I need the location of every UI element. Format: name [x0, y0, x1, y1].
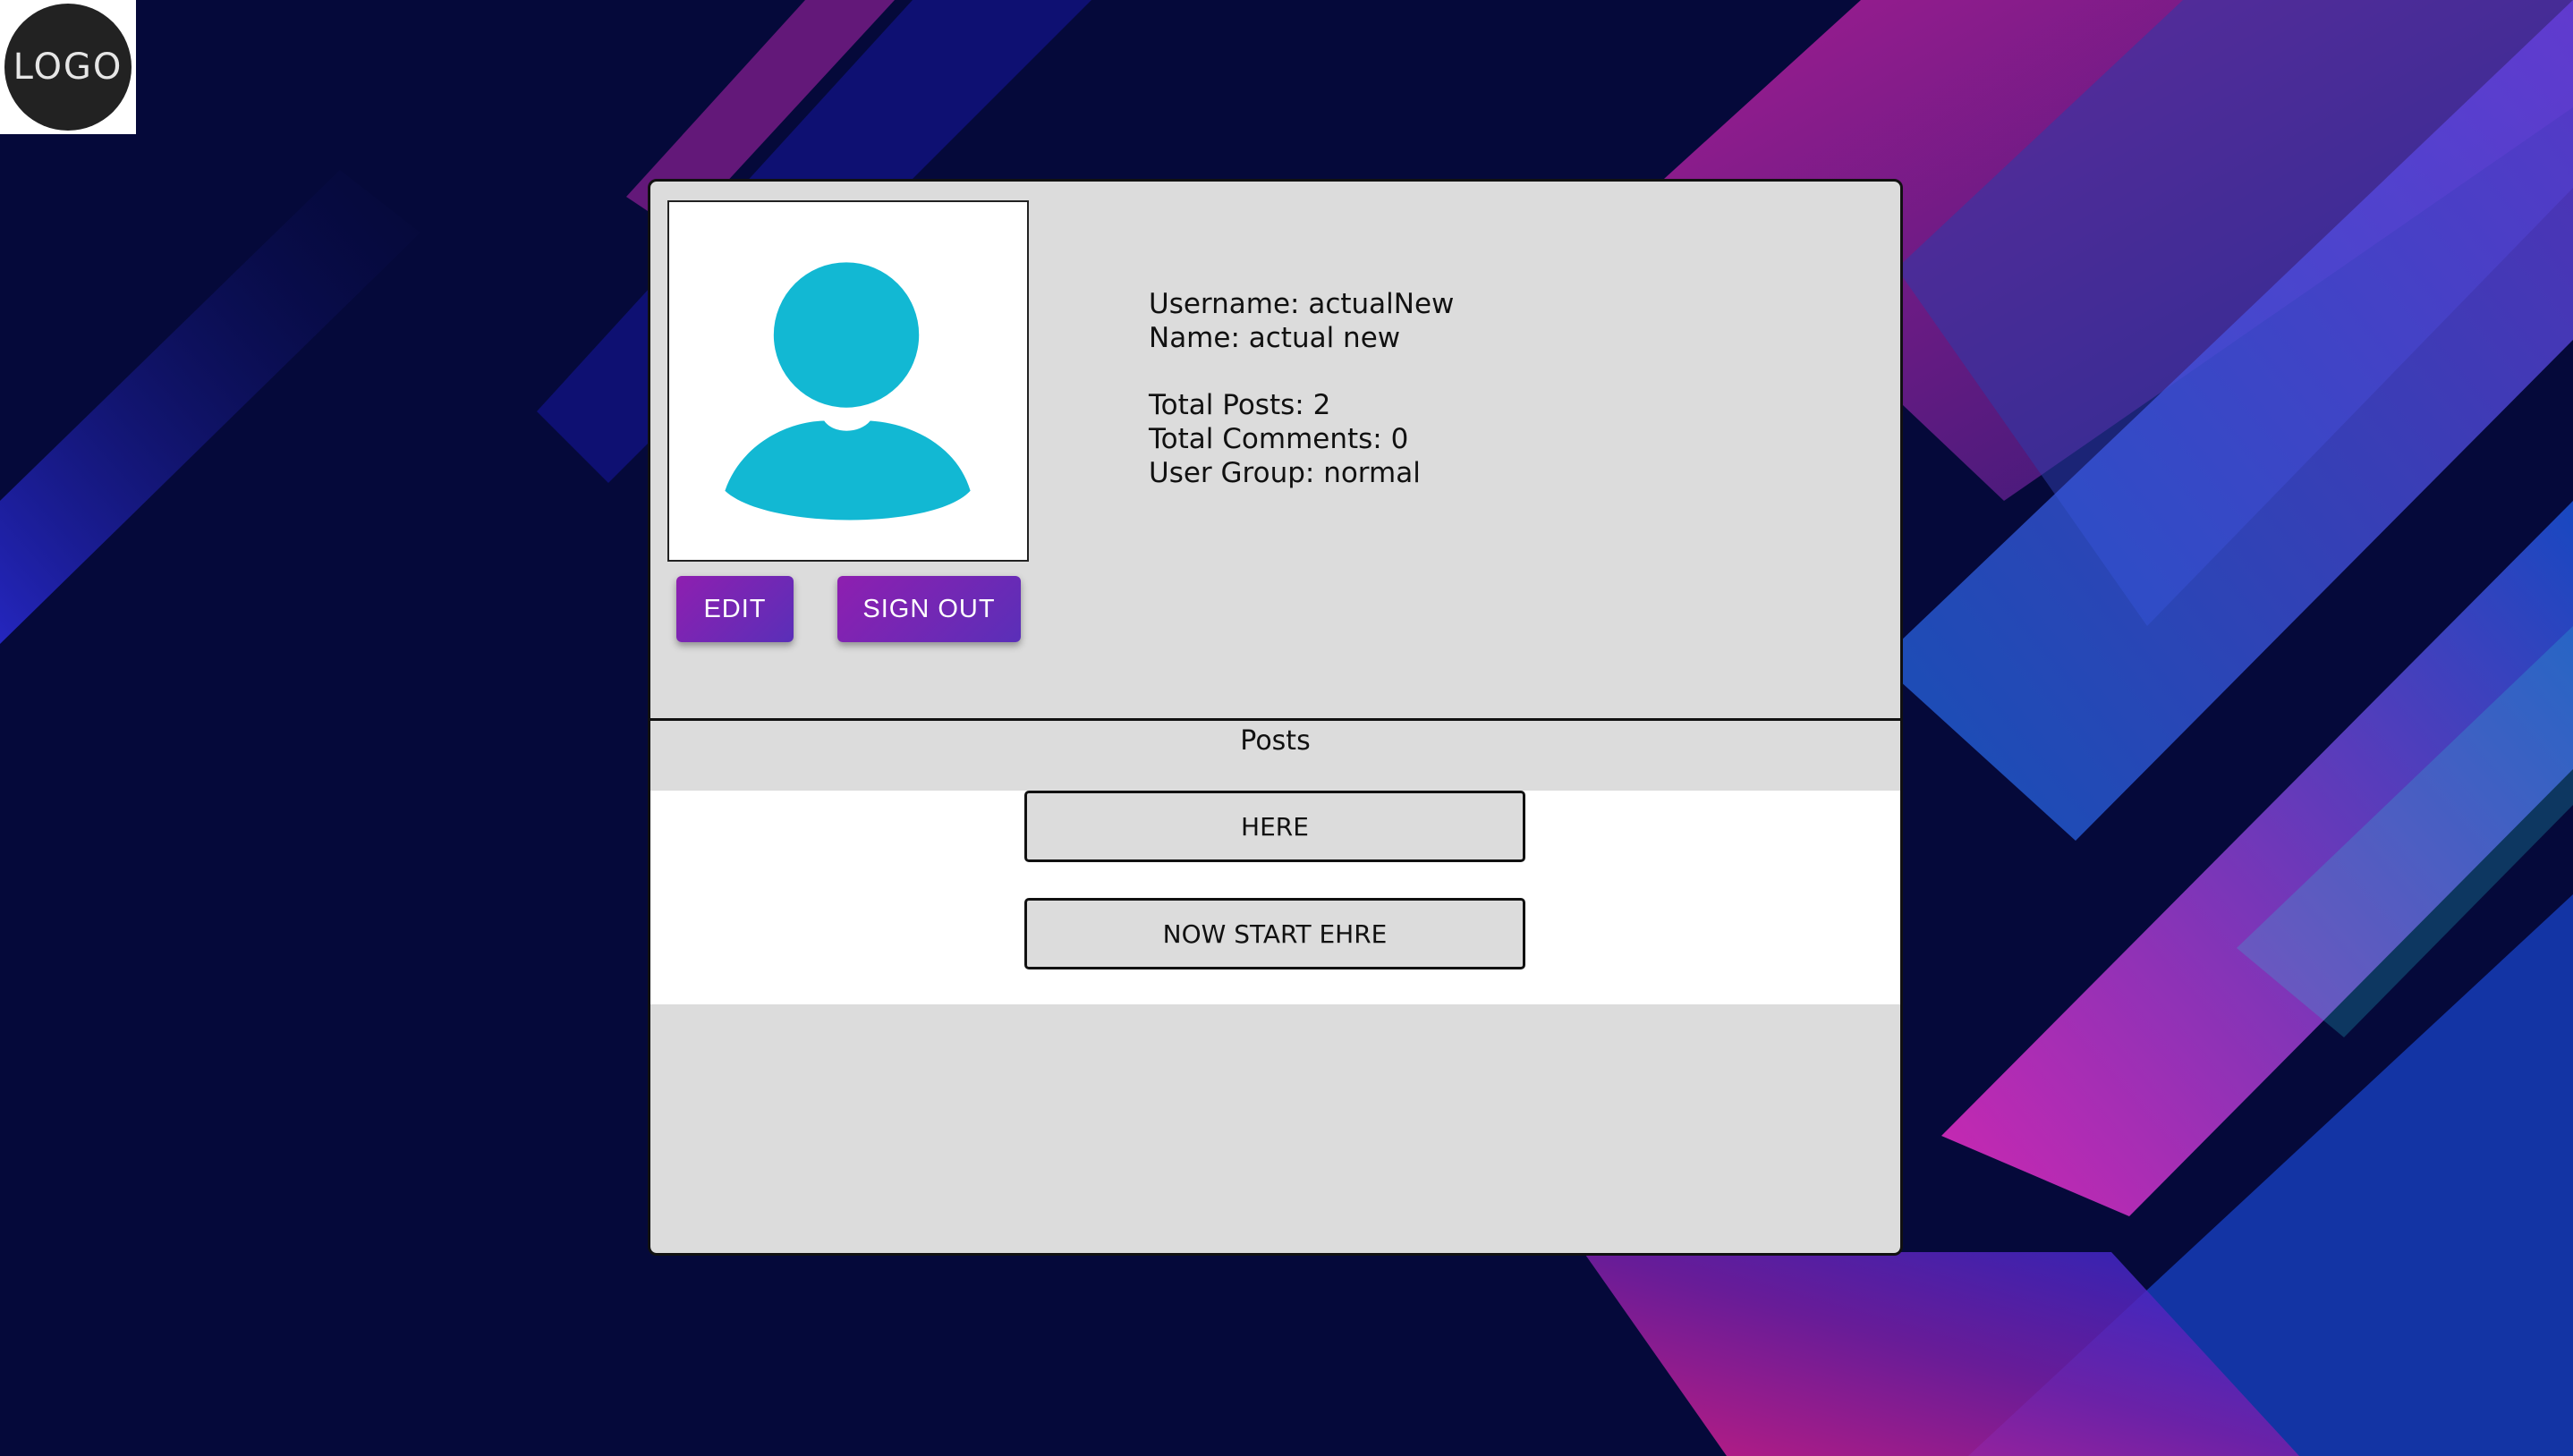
post-item-button[interactable]: HERE [1024, 791, 1525, 862]
logo-container[interactable]: LOGO [0, 0, 136, 134]
posts-list: HERE NOW START EHRE [650, 791, 1900, 1004]
avatar-frame [667, 200, 1029, 562]
edit-button[interactable]: EDIT [676, 576, 794, 642]
total-comments-text: Total Comments: 0 [1149, 423, 1409, 455]
section-divider [650, 718, 1900, 721]
sign-out-button[interactable]: SIGN OUT [837, 576, 1021, 642]
username-text: Username: actualNew [1149, 288, 1455, 320]
user-avatar-icon [725, 262, 971, 521]
logo[interactable]: LOGO [4, 4, 132, 131]
profile-card: EDIT SIGN OUT Username: actualNew Name: … [648, 179, 1903, 1256]
total-posts-text: Total Posts: 2 [1149, 389, 1331, 421]
posts-heading: Posts [1240, 725, 1311, 757]
profile-info: Username: actualNew Name: actual new Tot… [1149, 287, 1454, 490]
page: LOGO EDIT SIGN OUT Username: actualNew N… [0, 0, 2573, 1456]
user-group-text: User Group: normal [1149, 457, 1421, 489]
post-item-button[interactable]: NOW START EHRE [1024, 898, 1525, 969]
name-text: Name: actual new [1149, 322, 1401, 354]
